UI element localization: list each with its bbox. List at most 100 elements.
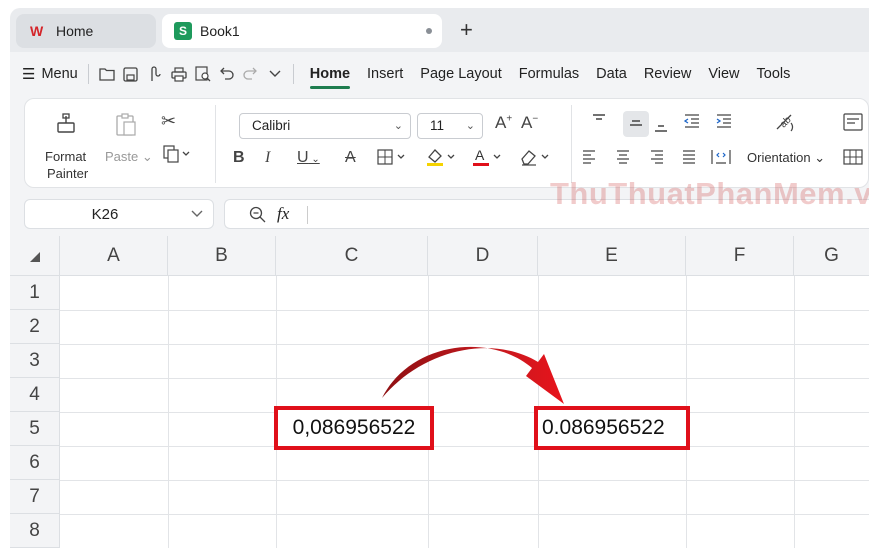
ribbon-panel: Format Painter Paste ⌄ ✂ Calibri ⌄ 11 ⌄ … xyxy=(24,98,869,188)
row-header[interactable]: 5 xyxy=(10,412,60,446)
column-header[interactable]: C xyxy=(276,236,428,276)
fill-color-icon[interactable] xyxy=(425,147,457,172)
svg-text:A: A xyxy=(475,147,485,163)
svg-text:ab: ab xyxy=(778,114,794,130)
tab-home-ribbon[interactable]: Home xyxy=(309,66,351,89)
strikethrough-icon[interactable]: A xyxy=(345,149,356,167)
bold-icon[interactable]: B xyxy=(233,149,245,167)
align-left-icon[interactable] xyxy=(581,149,597,170)
name-box[interactable]: K26 xyxy=(24,199,214,229)
tab-tools[interactable]: Tools xyxy=(757,66,791,82)
tab-home[interactable]: W Home xyxy=(16,14,156,48)
tab-view[interactable]: View xyxy=(708,66,739,82)
decrease-indent-icon[interactable] xyxy=(683,113,701,134)
underline-icon[interactable]: U ⌄ xyxy=(297,149,320,167)
font-name-value: Calibri xyxy=(252,118,291,133)
column-header[interactable]: G xyxy=(794,236,869,276)
print-icon[interactable] xyxy=(171,66,187,82)
font-size-select[interactable]: 11 ⌄ xyxy=(417,113,483,139)
new-tab-button[interactable]: + xyxy=(460,19,473,41)
print-preview-icon[interactable] xyxy=(195,66,211,82)
column-header[interactable]: F xyxy=(686,236,794,276)
tab-formulas[interactable]: Formulas xyxy=(519,66,579,82)
hamburger-icon: ☰ xyxy=(22,66,36,83)
tab-data[interactable]: Data xyxy=(596,66,627,82)
divider xyxy=(215,105,216,183)
row-header[interactable]: 1 xyxy=(10,276,60,310)
watermark-text: ThuThuatPhanMem.vn xyxy=(550,176,869,211)
font-name-select[interactable]: Calibri ⌄ xyxy=(239,113,411,139)
italic-icon[interactable]: I xyxy=(265,149,270,167)
tab-insert[interactable]: Insert xyxy=(367,66,403,82)
wrap-text-icon[interactable] xyxy=(843,113,863,136)
cell-reference: K26 xyxy=(91,206,119,223)
cut-icon[interactable]: ✂ xyxy=(161,111,176,132)
tab-book1-label: Book1 xyxy=(200,23,240,39)
open-folder-icon[interactable] xyxy=(99,66,115,82)
justify-icon[interactable] xyxy=(681,149,697,170)
highlighted-cell-before[interactable]: 0,086956522 xyxy=(274,406,434,450)
format-painter-label-2[interactable]: Painter xyxy=(47,166,88,181)
divider xyxy=(307,206,308,224)
decrease-font-icon[interactable]: A− xyxy=(521,113,538,133)
select-all-corner[interactable] xyxy=(10,236,60,276)
wps-logo-icon: W xyxy=(30,23,44,39)
paste-label[interactable]: Paste ⌄ xyxy=(105,149,153,165)
menu-bar: ☰ Menu Home Insert Page Layout Formulas … xyxy=(10,52,869,96)
row-header[interactable]: 4 xyxy=(10,378,60,412)
tab-book1[interactable]: S Book1 xyxy=(162,14,442,48)
fx-icon[interactable]: fx xyxy=(277,204,289,224)
export-pdf-icon[interactable] xyxy=(147,66,163,82)
increase-indent-icon[interactable] xyxy=(715,113,733,134)
format-painter-label-1[interactable]: Format xyxy=(45,149,86,164)
row-header[interactable]: 7 xyxy=(10,480,60,514)
tab-review[interactable]: Review xyxy=(644,66,692,82)
row-header[interactable]: 2 xyxy=(10,310,60,344)
gridline xyxy=(60,310,869,311)
column-header[interactable]: E xyxy=(538,236,686,276)
align-top-icon[interactable] xyxy=(591,113,607,134)
orientation-icon[interactable]: ab xyxy=(773,109,799,140)
align-middle-icon[interactable] xyxy=(628,116,644,137)
copy-icon[interactable] xyxy=(163,145,191,168)
highlighted-cell-after[interactable]: 0.086956522 xyxy=(534,406,690,450)
format-painter-icon[interactable] xyxy=(55,113,77,140)
chevron-down-icon: ⌄ xyxy=(393,120,403,132)
increase-font-icon[interactable]: A+ xyxy=(495,113,512,133)
align-center-icon[interactable] xyxy=(615,149,631,170)
column-header[interactable]: B xyxy=(168,236,276,276)
merge-cells-icon[interactable] xyxy=(843,149,863,170)
column-header[interactable]: A xyxy=(60,236,168,276)
row-header[interactable]: 8 xyxy=(10,514,60,548)
undo-icon[interactable] xyxy=(219,66,235,82)
borders-icon[interactable] xyxy=(377,149,407,170)
gridline xyxy=(60,514,869,515)
after-value: 0.086956522 xyxy=(542,416,665,439)
gridline xyxy=(60,480,869,481)
align-right-icon[interactable] xyxy=(649,149,665,170)
row-header[interactable]: 6 xyxy=(10,446,60,480)
chevron-down-icon: ⌄ xyxy=(465,120,475,132)
tab-page-layout[interactable]: Page Layout xyxy=(420,66,501,82)
font-size-value: 11 xyxy=(430,118,445,133)
more-chevron-down-icon[interactable] xyxy=(267,66,283,82)
menu-label: Menu xyxy=(41,66,78,82)
curved-arrow-icon xyxy=(382,346,564,404)
font-color-icon[interactable]: A xyxy=(471,147,503,172)
column-header[interactable]: D xyxy=(428,236,538,276)
zoom-search-icon[interactable] xyxy=(249,206,266,228)
menu-button[interactable]: ☰ Menu xyxy=(22,65,78,83)
spreadsheet-logo-icon: S xyxy=(174,22,192,40)
row-header[interactable]: 3 xyxy=(10,344,60,378)
gridline xyxy=(60,446,869,447)
save-icon[interactable] xyxy=(123,66,139,82)
paste-icon[interactable] xyxy=(115,113,137,142)
align-bottom-icon[interactable] xyxy=(653,117,669,138)
gridline xyxy=(60,412,869,413)
tab-home-label: Home xyxy=(56,23,94,39)
orientation-label[interactable]: Orientation ⌄ xyxy=(747,150,825,166)
redo-icon[interactable] xyxy=(243,66,259,82)
clear-format-icon[interactable] xyxy=(519,147,551,172)
before-value: 0,086956522 xyxy=(292,416,416,439)
distributed-icon[interactable] xyxy=(711,149,731,170)
